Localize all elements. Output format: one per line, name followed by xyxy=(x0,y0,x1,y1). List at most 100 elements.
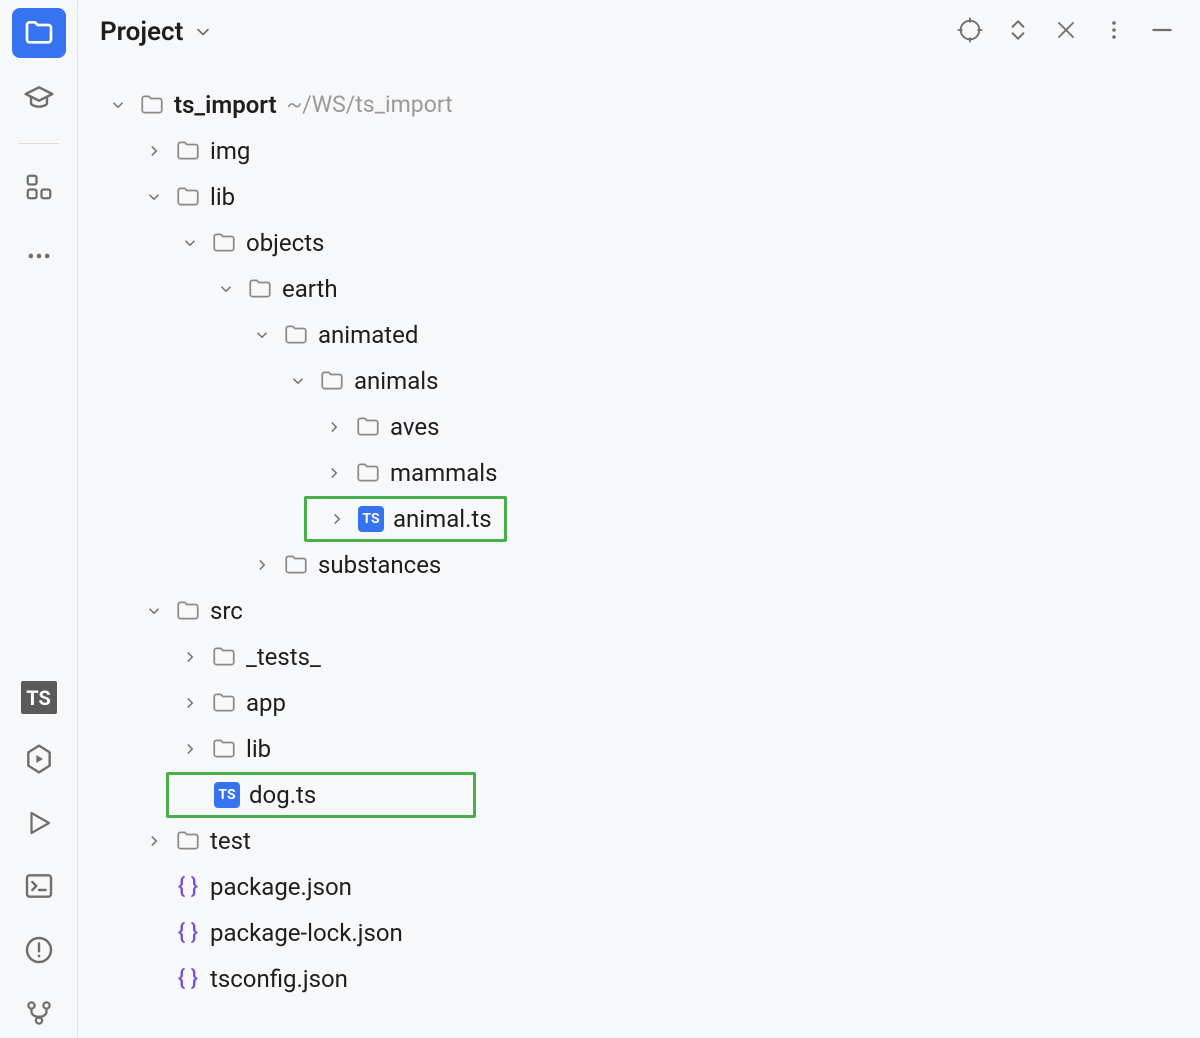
chevron-down-icon[interactable] xyxy=(250,323,274,347)
folder-icon xyxy=(210,229,238,257)
tree-row-root[interactable]: ts_import ~/WS/ts_import xyxy=(78,82,1200,128)
tree-label: earth xyxy=(282,275,338,304)
folder-icon xyxy=(354,459,382,487)
chevron-right-icon[interactable] xyxy=(178,737,202,761)
tree-label: lib xyxy=(246,735,271,764)
highlight-box: TS dog.ts xyxy=(166,772,476,818)
target-icon xyxy=(956,16,984,48)
tree-row-package-lock-json[interactable]: { } package-lock.json xyxy=(78,910,1200,956)
play-icon xyxy=(24,808,54,838)
graduation-cap-icon xyxy=(23,82,55,114)
tree-label[interactable]: animal.ts xyxy=(393,505,492,534)
folder-icon xyxy=(282,551,310,579)
panel-header: Project xyxy=(78,0,1200,64)
close-panel-button[interactable] xyxy=(1042,8,1090,56)
chevron-right-icon[interactable] xyxy=(142,139,166,163)
tree-row-test[interactable]: test xyxy=(78,818,1200,864)
json-file-icon: { } xyxy=(174,919,202,947)
learn-tool-button[interactable] xyxy=(12,74,66,124)
tree-row-app[interactable]: app xyxy=(78,680,1200,726)
folder-icon xyxy=(354,413,382,441)
git-branch-icon xyxy=(24,998,54,1028)
tree-label: aves xyxy=(390,413,439,442)
services-tool-button[interactable] xyxy=(12,734,66,784)
tree-label: substances xyxy=(318,551,441,580)
panel-options-button[interactable] xyxy=(1090,8,1138,56)
chevron-right-icon[interactable] xyxy=(178,691,202,715)
tree-row-srclib[interactable]: lib xyxy=(78,726,1200,772)
tree-label: ts_import xyxy=(174,91,277,120)
tree-label: objects xyxy=(246,229,324,258)
minimize-panel-button[interactable] xyxy=(1138,8,1186,56)
tree-row-img[interactable]: img xyxy=(78,128,1200,174)
typescript-file-icon: TS xyxy=(357,505,385,533)
tree-label: _tests_ xyxy=(246,643,321,672)
terminal-icon xyxy=(23,870,55,902)
chevron-right-icon[interactable] xyxy=(322,461,346,485)
main-panel: Project xyxy=(78,0,1200,1038)
tree-label: mammals xyxy=(390,459,497,488)
tree-label: img xyxy=(210,137,250,166)
rail-divider xyxy=(19,143,59,144)
vcs-tool-button[interactable] xyxy=(12,988,66,1038)
run-tool-button[interactable] xyxy=(12,798,66,848)
problems-tool-button[interactable] xyxy=(12,925,66,975)
json-file-icon: { } xyxy=(174,873,202,901)
tree-row-tsconfig-json[interactable]: { } tsconfig.json xyxy=(78,956,1200,1002)
chevron-down-icon[interactable] xyxy=(178,231,202,255)
folder-icon xyxy=(210,643,238,671)
chevron-down-icon[interactable] xyxy=(193,22,213,42)
tree-row-animals[interactable]: animals xyxy=(78,358,1200,404)
more-tool-button[interactable] xyxy=(12,232,66,282)
select-opened-file-button[interactable] xyxy=(946,8,994,56)
chevron-down-icon[interactable] xyxy=(142,599,166,623)
chevron-down-icon[interactable] xyxy=(142,185,166,209)
folder-icon xyxy=(282,321,310,349)
warning-circle-icon xyxy=(23,934,55,966)
chevron-down-icon[interactable] xyxy=(286,369,310,393)
terminal-tool-button[interactable] xyxy=(12,861,66,911)
expand-collapse-button[interactable] xyxy=(994,8,1042,56)
structure-tool-button[interactable] xyxy=(12,162,66,212)
tree-row-tests[interactable]: _tests_ xyxy=(78,634,1200,680)
tree-label[interactable]: dog.ts xyxy=(249,781,316,810)
expand-collapse-icon xyxy=(1005,17,1031,47)
chevron-right-icon[interactable] xyxy=(325,507,349,531)
folder-icon xyxy=(210,689,238,717)
tree-label: app xyxy=(246,689,286,718)
tree-row-src[interactable]: src xyxy=(78,588,1200,634)
tree-label: src xyxy=(210,597,243,626)
tree-label: package-lock.json xyxy=(210,919,403,948)
folder-icon xyxy=(318,367,346,395)
left-rail: TS xyxy=(0,0,78,1038)
project-tree[interactable]: ts_import ~/WS/ts_import img lib objects… xyxy=(78,64,1200,1020)
chevron-right-icon[interactable] xyxy=(322,415,346,439)
tree-label: package.json xyxy=(210,873,352,902)
chevron-right-icon[interactable] xyxy=(250,553,274,577)
tree-row-package-json[interactable]: { } package.json xyxy=(78,864,1200,910)
folder-icon xyxy=(174,137,202,165)
tree-row-objects[interactable]: objects xyxy=(78,220,1200,266)
tree-row-earth[interactable]: earth xyxy=(78,266,1200,312)
panel-title: Project xyxy=(100,17,183,47)
close-icon xyxy=(1054,18,1078,46)
tree-label: animated xyxy=(318,321,418,350)
tree-row-dog-ts-highlight: TS dog.ts xyxy=(78,772,1200,818)
folder-icon xyxy=(174,827,202,855)
chevron-down-icon[interactable] xyxy=(214,277,238,301)
chevron-right-icon[interactable] xyxy=(142,829,166,853)
project-tool-button[interactable] xyxy=(12,8,66,58)
tree-row-aves[interactable]: aves xyxy=(78,404,1200,450)
tree-row-animated[interactable]: animated xyxy=(78,312,1200,358)
typescript-badge[interactable]: TS xyxy=(21,681,57,714)
tree-label: tsconfig.json xyxy=(210,965,348,994)
tree-row-animal-ts-highlight: TS animal.ts xyxy=(78,496,1200,542)
play-hexagon-icon xyxy=(23,743,55,775)
tree-row-substances[interactable]: substances xyxy=(78,542,1200,588)
tree-row-lib[interactable]: lib xyxy=(78,174,1200,220)
typescript-file-icon: TS xyxy=(213,781,241,809)
tree-row-mammals[interactable]: mammals xyxy=(78,450,1200,496)
chevron-right-icon[interactable] xyxy=(178,645,202,669)
structure-icon xyxy=(24,172,54,202)
chevron-down-icon[interactable] xyxy=(106,93,130,117)
